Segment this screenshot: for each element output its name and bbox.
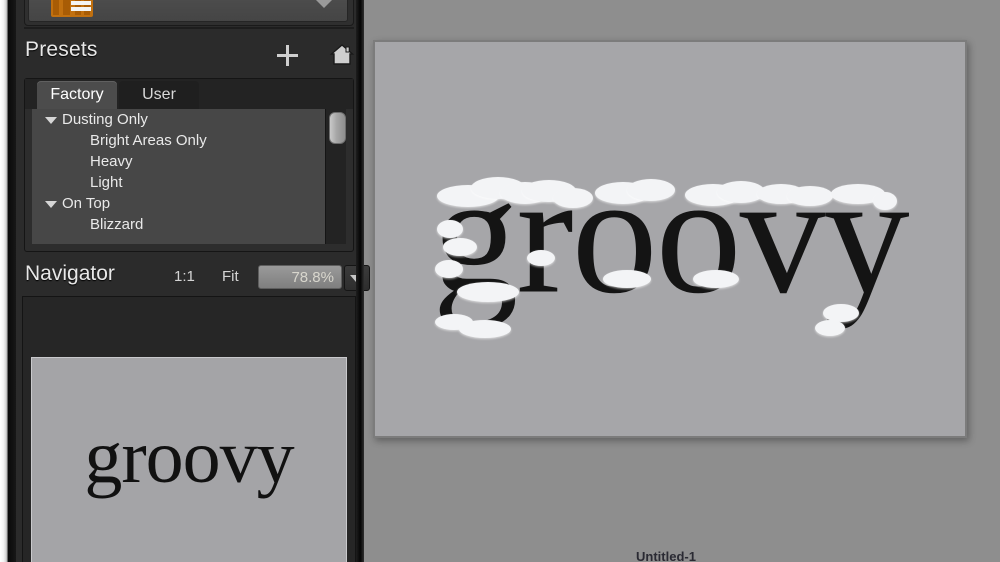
tree-item-light[interactable]: Light (32, 172, 327, 193)
tree-item-label: Heavy (90, 153, 133, 170)
tree-group-dusting-only[interactable]: Dusting Only (32, 109, 327, 130)
tab-user[interactable]: User (119, 81, 199, 109)
scrollbar-thumb[interactable] (329, 112, 346, 144)
tree-item-blizzard[interactable]: Blizzard (32, 214, 327, 235)
preset-dropdown[interactable] (24, 0, 354, 26)
plus-icon[interactable] (276, 44, 300, 68)
panel-divider (24, 27, 354, 29)
presets-scrollbar[interactable] (325, 109, 346, 244)
tree-item-label: On Top (62, 195, 111, 212)
preset-dropdown-field[interactable] (28, 0, 348, 22)
tree-item-label: Bright Areas Only (90, 132, 207, 149)
caret-down-icon[interactable] (45, 117, 57, 124)
presets-title: Presets (25, 38, 98, 61)
zoom-fit-button[interactable]: Fit (222, 268, 239, 285)
home-icon[interactable] (329, 43, 355, 67)
presets-header: Presets (24, 38, 355, 74)
presets-list-panel: Factory User Dusting Only Bright Areas O… (24, 78, 354, 252)
tree-item-heavy[interactable]: Heavy (32, 151, 327, 172)
tree-item-label: Blizzard (90, 216, 144, 233)
presets-tabs: Factory User (25, 79, 353, 109)
navigator-preview-panel[interactable]: groovy (22, 296, 356, 562)
tree-group-on-top[interactable]: On Top (32, 193, 327, 214)
panel-workspace-divider (356, 0, 364, 562)
chevron-down-icon (313, 0, 335, 8)
presets-tree[interactable]: Dusting Only Bright Areas Only Heavy Lig… (32, 109, 327, 244)
document-title-text: Untitled-1 (636, 549, 696, 562)
plugin-window: Presets Factory User Dusting Only Bright… (0, 0, 1000, 562)
navigator-thumbnail[interactable]: groovy (31, 357, 347, 562)
tree-item-label: Light (90, 174, 123, 191)
document-title-label: Untitled-1 (0, 549, 1000, 562)
caret-down-icon[interactable] (45, 201, 57, 208)
zoom-one-to-one-button[interactable]: 1:1 (174, 268, 195, 285)
navigator-header: Navigator 1:1 Fit 78.8% (24, 262, 370, 296)
canvas-text: groovy (432, 139, 909, 330)
tree-item-bright-areas-only[interactable]: Bright Areas Only (32, 130, 327, 151)
tree-item-label: Dusting Only (62, 111, 148, 128)
navigator-title: Navigator (25, 262, 115, 285)
window-left-edge (0, 0, 8, 562)
zoom-level-input[interactable]: 78.8% (258, 265, 342, 289)
snow-effect-thumbnail-icon (51, 0, 93, 17)
canvas[interactable]: groovy (375, 42, 965, 436)
navigator-thumbnail-text: groovy (84, 415, 294, 500)
tab-factory[interactable]: Factory (37, 81, 117, 109)
